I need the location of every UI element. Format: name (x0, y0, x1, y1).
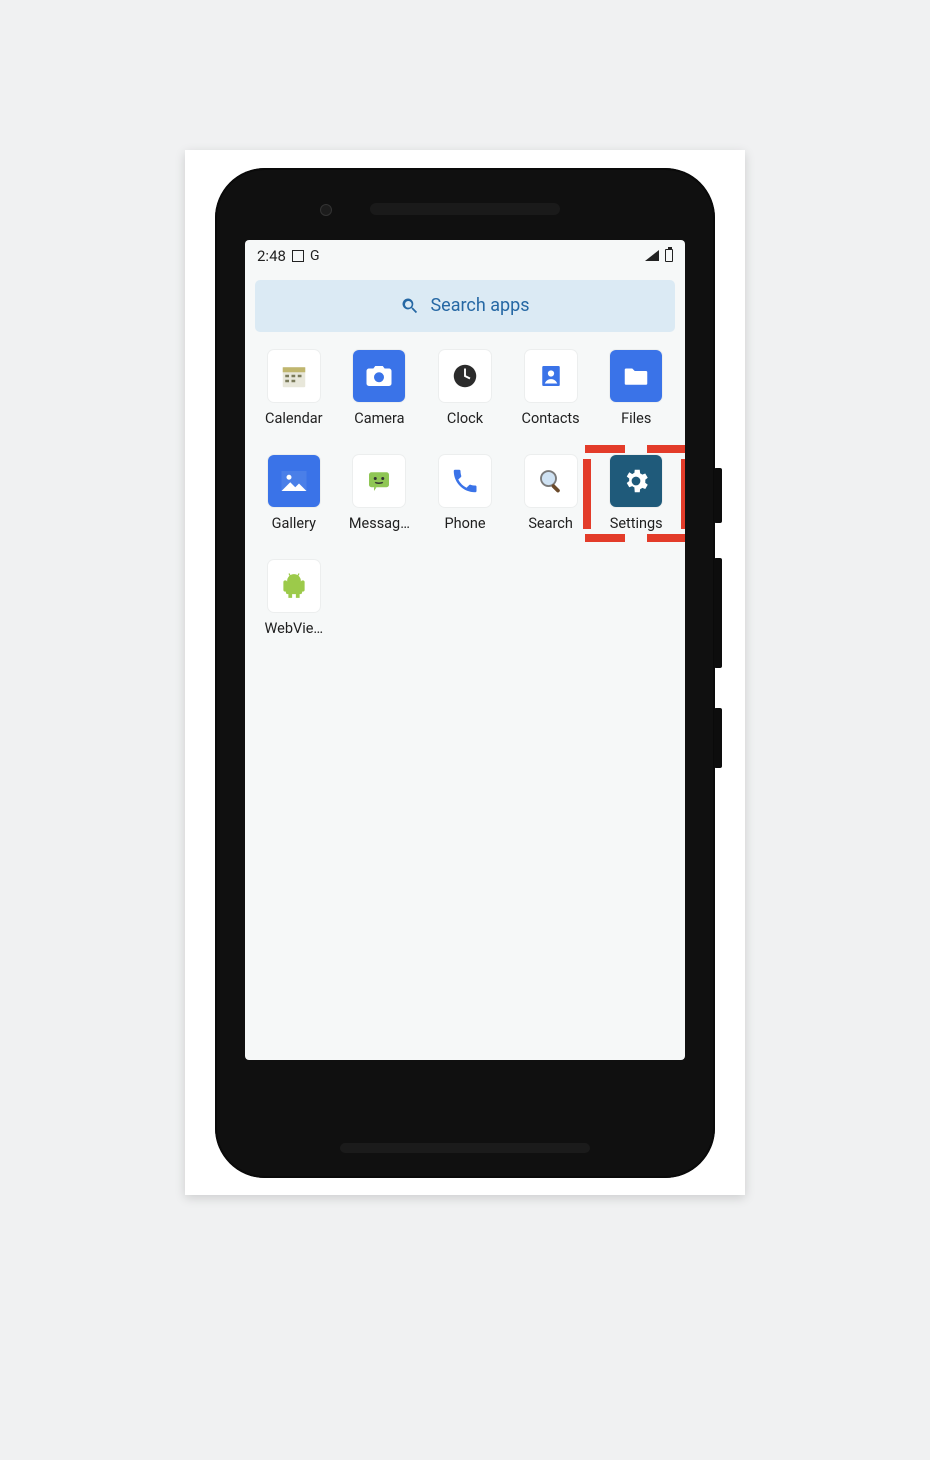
camera-icon (353, 350, 405, 402)
screenshot-card: 2:48 G Search apps (185, 150, 745, 1195)
app-phone[interactable]: Phone (422, 455, 508, 532)
app-calendar[interactable]: Calendar (251, 350, 337, 427)
app-clock[interactable]: Clock (422, 350, 508, 427)
app-search[interactable]: Search (508, 455, 594, 532)
app-webview[interactable]: WebVie… (251, 560, 337, 637)
phone-frame: 2:48 G Search apps (215, 168, 715, 1178)
app-files[interactable]: Files (593, 350, 679, 427)
search-apps-bar[interactable]: Search apps (255, 280, 675, 332)
app-gallery[interactable]: Gallery (251, 455, 337, 532)
screen: 2:48 G Search apps (245, 240, 685, 1060)
square-icon (292, 250, 304, 262)
volume-rocker (714, 558, 722, 668)
g-icon: G (310, 249, 320, 263)
app-label: WebVie… (264, 620, 323, 637)
app-label: Gallery (272, 515, 316, 532)
phone-icon (439, 455, 491, 507)
app-label: Search (528, 515, 573, 532)
app-label: Contacts (522, 410, 580, 427)
app-grid: Calendar Camera Clock (245, 350, 685, 637)
android-icon (268, 560, 320, 612)
clock-icon (439, 350, 491, 402)
search-icon (400, 296, 420, 316)
gallery-icon (268, 455, 320, 507)
app-label: Camera (354, 410, 404, 427)
signal-icon (645, 250, 659, 261)
app-label: Clock (447, 410, 483, 427)
status-time: 2:48 (257, 247, 286, 265)
calendar-icon (268, 350, 320, 402)
side-button (714, 468, 722, 523)
app-label: Calendar (265, 410, 323, 427)
front-camera (320, 204, 332, 216)
search-icon (525, 455, 577, 507)
search-placeholder: Search apps (430, 295, 529, 316)
app-label: Files (621, 410, 651, 427)
battery-icon (665, 249, 673, 262)
settings-icon (610, 455, 662, 507)
app-camera[interactable]: Camera (337, 350, 423, 427)
folder-icon (610, 350, 662, 402)
status-right (645, 249, 673, 262)
earpiece (370, 203, 560, 215)
app-settings[interactable]: Settings (593, 455, 679, 532)
app-label: Messag… (349, 515, 410, 532)
app-label: Phone (444, 515, 485, 532)
app-messaging[interactable]: Messag… (337, 455, 423, 532)
messaging-icon (353, 455, 405, 507)
speaker-bottom (340, 1143, 590, 1153)
contacts-icon (525, 350, 577, 402)
status-left: 2:48 G (257, 247, 319, 265)
app-contacts[interactable]: Contacts (508, 350, 594, 427)
power-button (714, 708, 722, 768)
status-bar: 2:48 G (245, 240, 685, 272)
app-label: Settings (610, 515, 663, 532)
